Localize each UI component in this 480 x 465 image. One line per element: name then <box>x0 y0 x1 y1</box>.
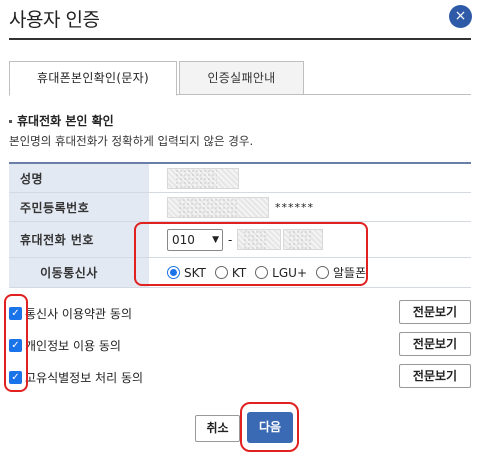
carrier-option-skt[interactable]: SKT <box>167 266 206 280</box>
carrier-label-skt: SKT <box>184 265 206 280</box>
close-icon[interactable]: × <box>449 5 472 28</box>
form-row-phone: 휴대전화 번호 010 ▼ - <box>9 222 471 258</box>
checkbox-checked-icon[interactable]: ✓ <box>9 306 22 320</box>
carrier-label: 이동통신사 <box>9 258 149 287</box>
dialog-header: 사용자 인증 × <box>0 0 480 38</box>
view-full-text-button[interactable]: 전문보기 <box>399 300 471 324</box>
section-description: 본인명의 휴대전화가 정확하게 입력되지 않은 경우. <box>9 134 254 148</box>
carrier-option-kt[interactable]: KT <box>214 265 247 280</box>
agreement-label: 고유식별정보 처리 동의 <box>25 370 144 385</box>
section-title: 휴대전화 본인 확인 <box>9 112 114 129</box>
section-title-text: 휴대전화 본인 확인 <box>17 114 114 128</box>
form-row-carrier: 이동통신사 SKT KT LGU+ 알뜰폰 <box>9 258 471 288</box>
phone-last-field[interactable] <box>283 229 324 250</box>
radio-icon[interactable] <box>316 266 329 279</box>
cancel-button[interactable]: 취소 <box>195 415 240 442</box>
agreement-label: 개인정보 이용 동의 <box>25 338 121 353</box>
dialog-title: 사용자 인증 <box>9 9 100 31</box>
tab-phone-verification[interactable]: 휴대폰본인확인(문자) <box>9 61 177 96</box>
phone-dash: - <box>228 232 233 247</box>
agreement-row-carrier-terms: ✓ 통신사 이용약관 동의 전문보기 <box>9 300 471 326</box>
form-row-rrn: 주민등록번호 ****** <box>9 193 471 222</box>
view-full-text-button[interactable]: 전문보기 <box>399 364 471 388</box>
agreement-label: 통신사 이용약관 동의 <box>25 306 132 321</box>
rrn-label: 주민등록번호 <box>9 193 149 221</box>
verification-form: 성명 주민등록번호 ****** 휴대전화 번호 010 ▼ - 이동통신사 S… <box>9 162 471 288</box>
radio-icon[interactable] <box>214 266 228 279</box>
carrier-label-lgu: LGU+ <box>272 265 307 280</box>
phone-label: 휴대전화 번호 <box>9 222 149 257</box>
tab-bar: 휴대폰본인확인(문자) 인증실패안내 <box>9 61 471 96</box>
phone-prefix-value: 010 <box>172 232 195 247</box>
phone-middle-field[interactable] <box>237 229 282 250</box>
carrier-label-kt: KT <box>231 265 247 280</box>
tab-auth-failure-info[interactable]: 인증실패안내 <box>179 61 304 95</box>
carrier-label-mvno: 알뜰폰 <box>333 266 367 280</box>
checkbox-checked-icon[interactable]: ✓ <box>9 338 22 352</box>
title-divider <box>9 38 471 40</box>
name-label: 성명 <box>9 164 149 192</box>
carrier-option-lgu[interactable]: LGU+ <box>255 266 307 280</box>
form-row-name: 성명 <box>9 164 471 193</box>
radio-icon[interactable] <box>255 266 269 279</box>
agreement-row-unique-id: ✓ 고유식별정보 처리 동의 전문보기 <box>9 364 471 390</box>
rrn-front-field[interactable] <box>167 196 269 218</box>
checkbox-checked-icon[interactable]: ✓ <box>9 370 22 384</box>
phone-prefix-select[interactable]: 010 ▼ <box>167 228 223 251</box>
radio-icon[interactable] <box>167 266 180 279</box>
rrn-back-masked: ****** <box>275 200 314 214</box>
name-field[interactable] <box>167 167 239 189</box>
agreement-row-privacy: ✓ 개인정보 이용 동의 전문보기 <box>9 332 471 358</box>
next-button[interactable]: 다음 <box>247 412 293 443</box>
carrier-option-mvno[interactable]: 알뜰폰 <box>316 264 366 281</box>
view-full-text-button[interactable]: 전문보기 <box>399 332 471 356</box>
chevron-down-icon: ▼ <box>212 234 219 245</box>
bullet-icon <box>9 120 12 123</box>
